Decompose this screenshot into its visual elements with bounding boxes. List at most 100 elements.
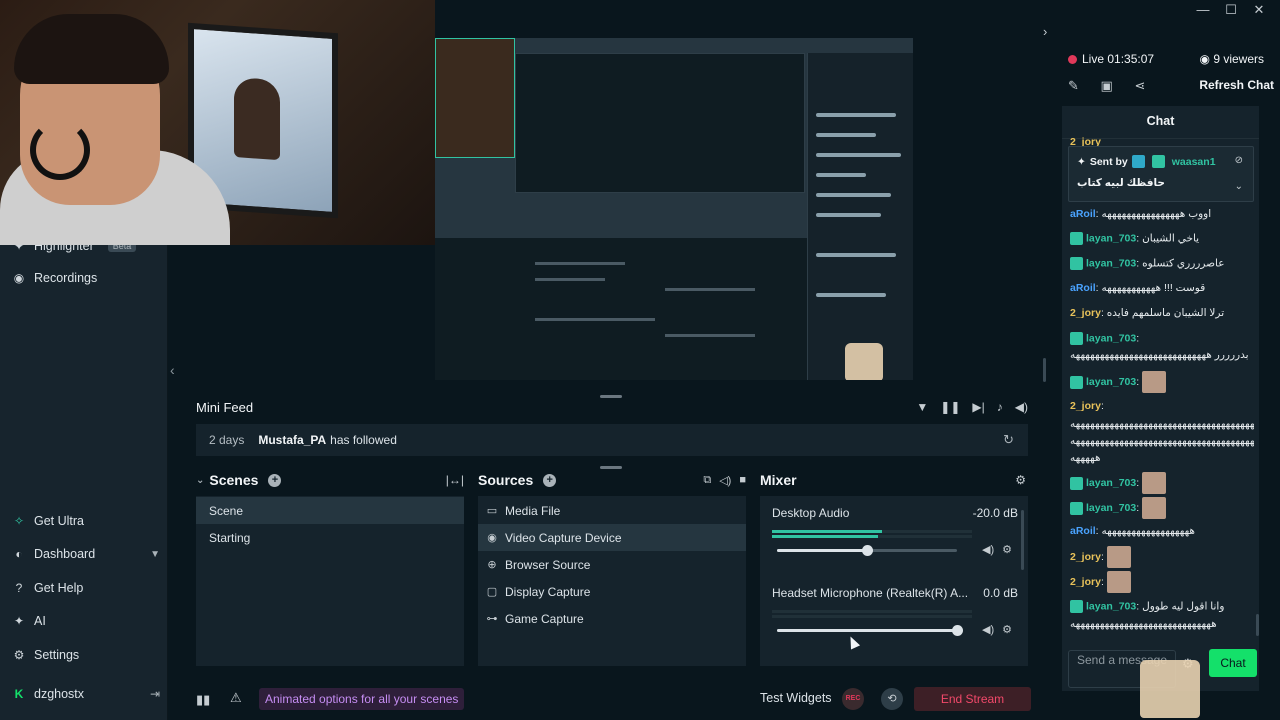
maximize-button[interactable]: ☐ — [1224, 2, 1238, 18]
chat-text: : وانا اقول ليه طوول — [1136, 600, 1225, 613]
nav-get-ultra[interactable]: ✧ Get Ultra — [12, 511, 160, 531]
chevron-down-icon[interactable]: ⌄ — [196, 475, 204, 486]
chat-box: Chat 2_jory ✦ Sent by waasan1 ⊘ حافظك لب… — [1062, 106, 1259, 691]
channel-db: -20.0 dB — [972, 506, 1018, 520]
unpin-icon[interactable]: ⊘ — [1235, 155, 1243, 166]
nav-get-help[interactable]: ? Get Help — [12, 578, 160, 598]
emote-image — [1142, 497, 1167, 519]
volume-icon[interactable]: ◀) — [1015, 400, 1028, 414]
preview-chat-line — [816, 293, 886, 297]
emote-image — [1106, 571, 1131, 593]
source-item[interactable]: ▢ Display Capture — [478, 578, 746, 605]
scene-item[interactable]: Scene — [196, 497, 464, 524]
level-meter — [772, 535, 972, 538]
stats-icon[interactable]: ▮▮ — [196, 692, 210, 708]
refresh-icon[interactable]: ↻ — [1003, 432, 1014, 448]
source-label: Browser Source — [505, 557, 591, 572]
chat-text: هههههههههههههههههههههههههههههه — [1070, 618, 1217, 630]
nav-dashboard[interactable]: ◐ Dashboard ▼ — [12, 544, 160, 564]
chat-username[interactable]: layan_703 — [1086, 332, 1136, 344]
chat-username[interactable]: layan_703 — [1086, 376, 1136, 388]
nav-user[interactable]: K dzghostx ⇥ — [12, 684, 160, 704]
chevron-down-icon[interactable]: ⌄ — [1235, 181, 1243, 192]
nav-ai[interactable]: ✦ AI — [12, 611, 160, 631]
chat-username[interactable]: aRoil — [1070, 525, 1096, 537]
logout-icon[interactable]: ⇥ — [150, 687, 160, 701]
minimize-button[interactable]: — — [1196, 2, 1210, 18]
minifeed-controls: ▼ ❚❚ ▶| ♪ ◀) — [916, 400, 1028, 414]
rec-button[interactable]: REC — [842, 688, 864, 710]
chat-username[interactable]: layan_703 — [1086, 477, 1136, 489]
mixer-scrollbar[interactable] — [1021, 510, 1024, 570]
bell-icon[interactable]: ♪ — [997, 400, 1003, 414]
source-item[interactable]: ◉ Video Capture Device — [478, 524, 746, 551]
add-source-icon[interactable]: + — [543, 473, 557, 487]
chat-username[interactable]: aRoil — [1070, 208, 1096, 220]
folder-icon[interactable]: ■ — [739, 474, 746, 487]
chat-send-button[interactable]: Chat — [1209, 649, 1257, 677]
chat-message: هههههههههههههههههههههههههههههههههههههههه — [1070, 418, 1254, 430]
sources-list: ▭ Media File ◉ Video Capture Device ⊕ Brows… — [478, 496, 746, 666]
close-button[interactable]: ✕ — [1252, 2, 1266, 18]
chat-username[interactable]: layan_703 — [1086, 257, 1136, 269]
add-scene-icon[interactable]: + — [268, 473, 282, 487]
gear-icon[interactable]: ⚙ — [1002, 623, 1012, 636]
badge-icon — [1070, 232, 1083, 245]
preview-scrollbar[interactable] — [1043, 358, 1046, 382]
skip-icon[interactable]: ▶| — [972, 400, 984, 414]
badge-icon — [1070, 332, 1083, 345]
source-item[interactable]: ⊕ Browser Source — [478, 551, 746, 578]
share-icon[interactable]: ⋖ — [1134, 78, 1145, 93]
source-item[interactable]: ▭ Media File — [478, 497, 746, 524]
gear-icon[interactable]: ⚙ — [1002, 543, 1012, 556]
chat-username[interactable]: 2_jory — [1070, 307, 1101, 319]
pause-icon[interactable]: ❚❚ — [940, 400, 960, 414]
chat-text: : — [1100, 550, 1104, 563]
animated-options-banner[interactable]: Animated options for all your scenes — [259, 688, 465, 710]
refresh-chat-button[interactable]: Refresh Chat — [1199, 78, 1274, 92]
chat-username[interactable]: layan_703 — [1086, 502, 1136, 514]
pinned-user[interactable]: waasan1 — [1172, 156, 1216, 168]
source-item[interactable]: ⊶ Game Capture — [478, 605, 746, 632]
chat-username[interactable]: layan_703 — [1086, 600, 1136, 612]
chevron-down-icon[interactable]: ▼ — [150, 549, 160, 560]
transition-icon[interactable]: |↔| — [446, 473, 464, 487]
chat-username[interactable]: aRoil — [1070, 282, 1096, 294]
mixer-header: Mixer ⚙ — [760, 468, 1028, 492]
chat-username[interactable]: 2_jory — [1070, 400, 1101, 412]
replay-buffer-button[interactable]: ⟲ — [881, 688, 903, 710]
channel-controls: ◀) ⚙ — [982, 543, 1012, 556]
event-user[interactable]: Mustafa_PA — [258, 433, 326, 447]
filter-icon[interactable]: ▼ — [916, 400, 928, 414]
end-stream-button[interactable]: End Stream — [914, 687, 1031, 711]
layers-icon[interactable]: ⧉ — [703, 474, 711, 487]
nav-settings-label: Settings — [34, 648, 80, 662]
chat-message: layan_703: وانا اقول ليه طوول — [1070, 600, 1254, 613]
chat-scrollbar[interactable] — [1256, 614, 1259, 636]
volume-slider[interactable] — [777, 545, 957, 556]
audio-icon[interactable]: ◁) — [719, 474, 731, 487]
preview-chat-line — [816, 153, 901, 157]
nav-get-help-label: Get Help — [34, 581, 84, 595]
expand-chat-icon[interactable]: › — [1043, 24, 1047, 39]
popout-icon[interactable]: ▣ — [1101, 78, 1113, 93]
nav-recordings[interactable]: ◉ Recordings — [12, 268, 160, 288]
nav-settings[interactable]: ⚙ Settings — [12, 645, 160, 665]
scene-item[interactable]: Starting — [196, 524, 464, 551]
speaker-icon[interactable]: ◀) — [982, 543, 994, 556]
chat-username[interactable]: layan_703 — [1086, 232, 1136, 244]
speaker-icon[interactable]: ◀) — [982, 623, 994, 636]
test-widgets-button[interactable]: Test Widgets — [760, 691, 832, 705]
alert-icon[interactable]: ⚠ — [230, 690, 242, 706]
collapse-left-icon[interactable]: ‹ — [170, 362, 175, 378]
chat-username[interactable]: 2_jory — [1070, 551, 1101, 563]
chat-message: 2_jory: ترلا الشيبان ماسلمهم فايده — [1070, 307, 1254, 319]
minifeed-header: Mini Feed ▼ ❚❚ ▶| ♪ ◀) — [188, 392, 1036, 422]
gear-icon[interactable]: ⚙ — [1015, 473, 1026, 487]
pencil-icon[interactable]: ✎ — [1068, 78, 1079, 93]
chat-username[interactable]: 2_jory — [1070, 576, 1101, 588]
slider-knob[interactable] — [952, 625, 963, 636]
slider-knob[interactable] — [862, 545, 873, 556]
volume-slider[interactable] — [777, 625, 963, 636]
preview-chat-line — [816, 193, 891, 197]
